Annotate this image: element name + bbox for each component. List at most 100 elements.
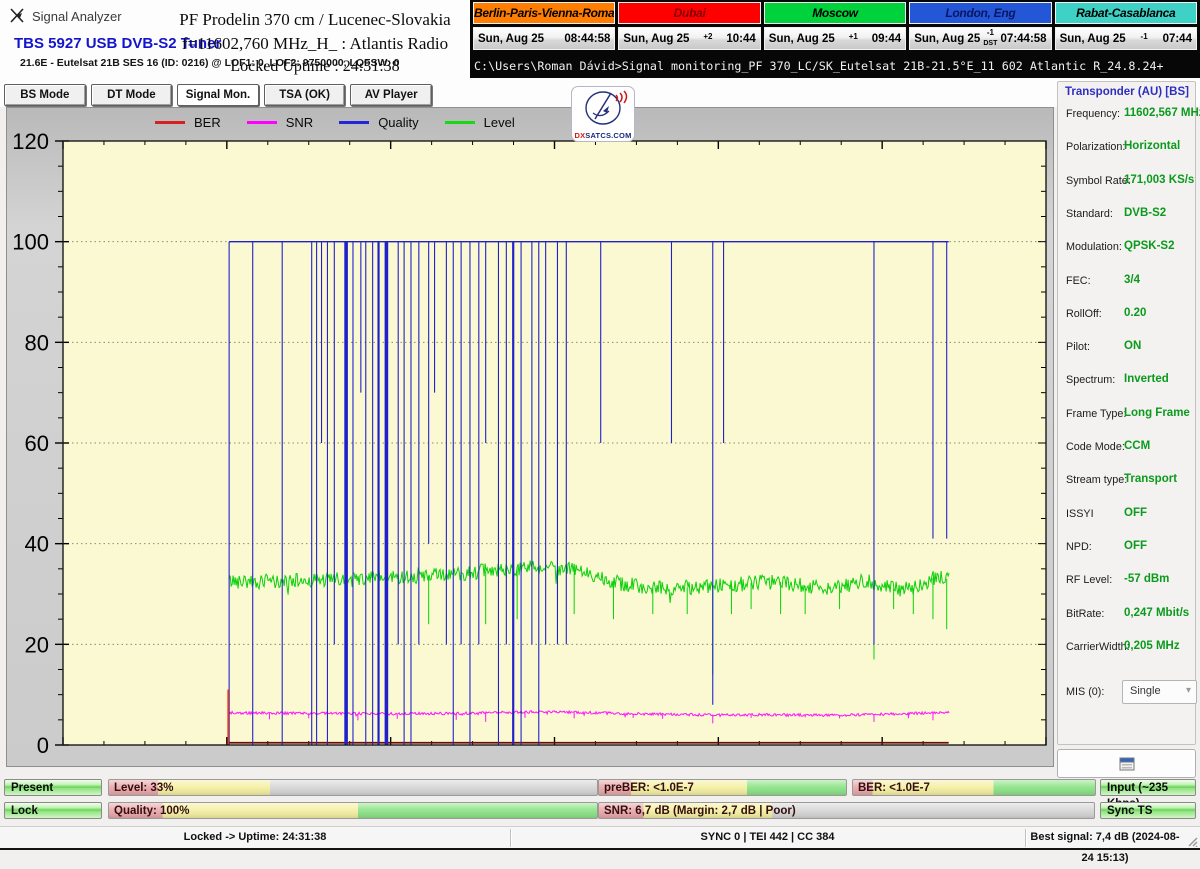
satellite-dish-icon — [573, 87, 633, 127]
sidebar-value-npd: OFF — [1124, 540, 1147, 552]
tab-dt-mode[interactable]: DT Mode — [91, 84, 173, 106]
sidebar-label-modulation: Modulation: — [1066, 241, 1122, 253]
resize-grip[interactable] — [1185, 834, 1198, 847]
statusbar-separator — [1025, 829, 1026, 847]
sidebar-label-stream-type: Stream type: — [1066, 474, 1127, 486]
ber-bar-label: BER: <1.0E-7 — [858, 782, 930, 794]
sidebar-label-standard: Standard: — [1066, 208, 1113, 220]
clock-time-berlin-paris-vienna-roma: Sun, Aug 2508:44:58 — [473, 27, 615, 50]
mis-dropdown-value: Single — [1130, 685, 1161, 697]
sidebar-value-spectrum: Inverted — [1124, 373, 1169, 385]
clock-city-moscow: Moscow — [764, 2, 906, 24]
sidebar-value-stream-type: Transport — [1124, 473, 1177, 485]
antenna-location: PF Prodelin 370 cm / Lucenec-Slovakia — [150, 8, 480, 32]
signal-chart: 020406080100120 — [7, 108, 1051, 764]
sidebar-label-frame-type: Frame Type: — [1066, 408, 1126, 420]
dxsatcs-logo: DXSATCS.COM — [571, 86, 635, 142]
sidebar-label-frequency: Frequency: — [1066, 108, 1120, 120]
transponder-panel-title: Transponder (AU) [BS] — [1065, 86, 1189, 98]
world-clock-panel: Berlin-Paris-Vienna-RomaDubaiMoscowLondo… — [470, 0, 1200, 78]
y-axis-label: 40 — [25, 532, 49, 557]
level-progress-bar: Level: 33% — [108, 779, 598, 796]
sidebar-value-frequency: 11602,567 MHz — [1124, 107, 1200, 119]
clock-city-berlin-paris-vienna-roma: Berlin-Paris-Vienna-Roma — [473, 2, 615, 24]
sync-ts-status-box: Sync TS — [1100, 802, 1196, 819]
clock-time-value: 10:44 — [726, 33, 755, 45]
snr-bar-label: SNR: 6,7 dB (Margin: 2,7 dB | Poor) — [604, 805, 796, 817]
signal-analyzer-window: { "window": { "title": "Signal Analyzer"… — [0, 0, 1200, 850]
mode-tab-bar: BS ModeDT ModeSignal Mon.TSA (OK)AV Play… — [4, 84, 432, 106]
sidebar-value-modulation: QPSK-S2 — [1124, 240, 1175, 252]
sidebar-value-pilot: ON — [1124, 340, 1141, 352]
clock-utc-offset: +1 — [849, 33, 858, 44]
tab-av-player[interactable]: AV Player — [350, 84, 432, 106]
y-axis-label: 100 — [12, 230, 49, 255]
sidebar-label-symbol-rate: Symbol Rate: — [1066, 175, 1131, 187]
clock-date: Sun, Aug 25 — [769, 33, 835, 45]
tab-bs-mode[interactable]: BS Mode — [4, 84, 86, 106]
y-axis-label: 20 — [25, 632, 49, 657]
tab-tsa-ok[interactable]: TSA (OK) — [264, 84, 346, 106]
sidebar-value-issyi: OFF — [1124, 507, 1147, 519]
clock-date: Sun, Aug 25 — [914, 33, 980, 45]
clock-time-value: 07:44 — [1163, 33, 1192, 45]
sidebar-value-code-mode: CCM — [1124, 440, 1150, 452]
level-bar-label: Level: 33% — [114, 782, 173, 794]
world-clock-grid: Berlin-Paris-Vienna-RomaDubaiMoscowLondo… — [473, 2, 1197, 50]
clock-time-dubai: Sun, Aug 25 +2 10:44 — [618, 27, 760, 50]
tab-signal-mon[interactable]: Signal Mon. — [177, 84, 259, 106]
sidebar-label-rf-level: RF Level: — [1066, 574, 1112, 586]
snr-progress-bar: SNR: 6,7 dB (Margin: 2,7 dB | Poor) — [598, 802, 1095, 819]
transponder-info-panel: Transponder (AU) [BS] MIS (0): Single ▾ … — [1057, 81, 1196, 745]
clock-time-moscow: Sun, Aug 25 +1 09:44 — [764, 27, 906, 50]
clock-date: Sun, Aug 25 — [1060, 33, 1126, 45]
clock-time-rabat-casablanca: Sun, Aug 25 -1 07:44 — [1055, 27, 1197, 50]
clock-date: Sun, Aug 25 — [478, 33, 544, 45]
sidebar-label-code-mode: Code Mode: — [1066, 441, 1125, 453]
sidebar-label-spectrum: Spectrum: — [1066, 374, 1115, 386]
locked-uptime: Locked Uptime : 24:31:38 — [150, 56, 480, 77]
clock-utc-offset: -1 — [1141, 33, 1148, 44]
clock-city-london-eng: London, Eng — [909, 2, 1051, 24]
sidebar-label-carrierwidth: CarrierWidth: — [1066, 641, 1130, 653]
app-icon — [8, 6, 26, 24]
clock-city-rabat-casablanca: Rabat-Casablanca — [1055, 2, 1197, 24]
sidebar-value-rolloff: 0.20 — [1124, 307, 1146, 319]
mis-dropdown[interactable]: Single ▾ — [1122, 680, 1197, 704]
preber-bar-label: preBER: <1.0E-7 — [604, 782, 694, 794]
sidebar-value-rf-level: -57 dBm — [1124, 573, 1169, 585]
y-axis-label: 0 — [37, 733, 49, 758]
clock-utc-offset: +2 — [703, 33, 712, 44]
sidebar-value-polarization: Horizontal — [1124, 140, 1180, 152]
clock-time-london-eng: Sun, Aug 25-1DST 07:44:58 — [909, 27, 1051, 50]
statusbar-best-signal: Best signal: 7,4 dB (2024-08-24 15:13) — [1025, 827, 1185, 849]
chevron-down-icon: ▾ — [1186, 681, 1191, 701]
ts-window-icon — [1119, 757, 1135, 771]
y-axis-label: 80 — [25, 330, 49, 355]
clock-date: Sun, Aug 25 — [623, 33, 689, 45]
lock-status-box: Lock — [4, 802, 102, 819]
frequency-service: f=11602,760 MHz_H_ : Atlantis Radio — [150, 32, 480, 56]
statusbar-uptime: Locked -> Uptime: 24:31:38 — [0, 827, 510, 849]
sidebar-value-standard: DVB-S2 — [1124, 207, 1166, 219]
sidebar-value-bitrate: 0,247 Mbit/s — [1124, 607, 1189, 619]
clock-time-value: 07:44:58 — [1001, 33, 1047, 45]
clock-time-value: 09:44 — [872, 33, 901, 45]
sidebar-label-bitrate: BitRate: — [1066, 608, 1104, 620]
present-status-box: Present — [4, 779, 102, 796]
clock-city-dubai: Dubai — [618, 2, 760, 24]
sidebar-value-frame-type: Long Frame — [1124, 407, 1190, 419]
clock-utc-offset: -1DST — [983, 29, 997, 48]
sidebar-value-fec: 3/4 — [1124, 274, 1140, 286]
sidebar-label-issyi: ISSYI — [1066, 508, 1094, 520]
sidebar-label-fec: FEC: — [1066, 275, 1091, 287]
statusbar-separator — [510, 829, 511, 847]
ts-window-button[interactable] — [1057, 749, 1196, 778]
monitoring-header: PF Prodelin 370 cm / Lucenec-Slovakia f=… — [150, 8, 480, 77]
mis-label: MIS (0): — [1066, 686, 1104, 698]
input-status-box: Input (~235 Kbps) — [1100, 779, 1196, 796]
sidebar-label-pilot: Pilot: — [1066, 341, 1090, 353]
sidebar-label-polarization: Polarization: — [1066, 141, 1125, 153]
quality-progress-bar: Quality: 100% — [108, 802, 598, 819]
terminal-command-line: C:\Users\Roman Dávid>Signal monitoring_P… — [474, 59, 1198, 73]
